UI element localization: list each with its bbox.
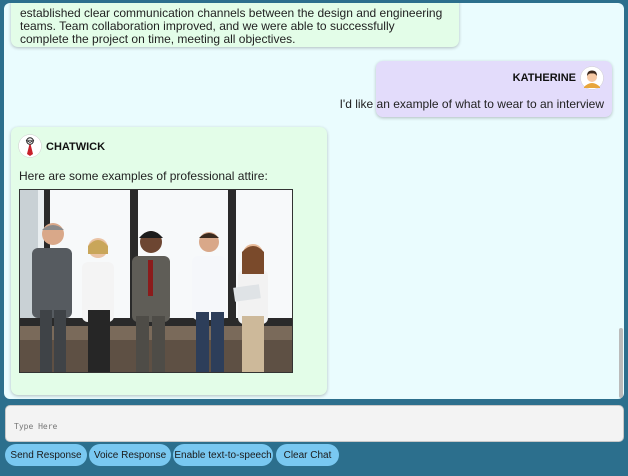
bot-message: established clear communication channels… bbox=[11, 3, 459, 47]
user-message: KATHERINE I'd like an example of what to… bbox=[340, 61, 612, 117]
message-text: Here are some examples of professional a… bbox=[19, 169, 268, 183]
voice-response-button[interactable]: Voice Response bbox=[89, 444, 171, 466]
clear-chat-button[interactable]: Clear Chat bbox=[276, 444, 339, 466]
message-input[interactable] bbox=[6, 406, 623, 441]
send-response-button[interactable]: Send Response bbox=[5, 444, 87, 466]
message-input-container bbox=[5, 405, 624, 442]
sender-name: CHATWICK bbox=[46, 141, 106, 153]
scrollbar-thumb[interactable] bbox=[619, 328, 623, 398]
message-text: I'd like an example of what to wear to a… bbox=[339, 97, 604, 111]
office-team-photo bbox=[19, 189, 293, 373]
message-text: established clear communication channels… bbox=[20, 6, 443, 46]
bot-message: CHATWICK Here are some examples of profe… bbox=[11, 127, 327, 395]
bot-avatar-icon bbox=[18, 134, 42, 163]
user-avatar-icon bbox=[580, 66, 604, 95]
text-to-speech-button[interactable]: Enable text-to-speech bbox=[173, 444, 273, 466]
chat-window[interactable]: established clear communication channels… bbox=[4, 3, 624, 399]
sender-name: KATHERINE bbox=[512, 72, 576, 84]
